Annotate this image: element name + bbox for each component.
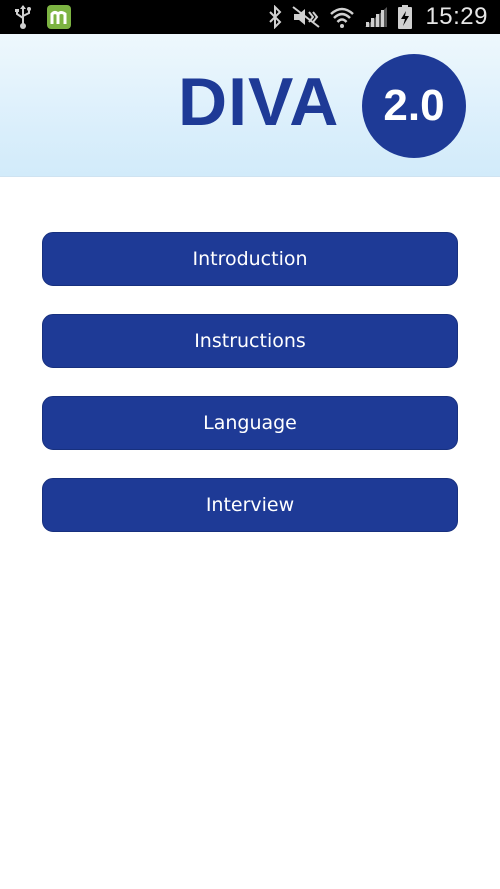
usb-icon — [14, 4, 32, 30]
mute-vibrate-icon — [291, 5, 321, 29]
status-bar: 15:29 — [0, 0, 500, 34]
battery-charging-icon — [397, 4, 413, 30]
logo-version-badge: 2.0 — [362, 54, 466, 158]
bluetooth-icon — [267, 5, 283, 29]
interview-button[interactable]: Interview — [42, 478, 458, 532]
app-header: DIVA 2.0 — [0, 34, 500, 177]
wifi-icon — [329, 5, 355, 29]
logo-version-label: 2.0 — [383, 81, 445, 130]
instructions-button[interactable]: Instructions — [42, 314, 458, 368]
app-notification-icon — [46, 4, 72, 30]
logo-text: DIVA — [178, 64, 340, 140]
status-clock: 15:29 — [425, 3, 488, 30]
introduction-button[interactable]: Introduction — [42, 232, 458, 286]
language-button[interactable]: Language — [42, 396, 458, 450]
cell-signal-icon — [363, 5, 389, 29]
main-menu: Introduction Instructions Language Inter… — [42, 232, 458, 560]
